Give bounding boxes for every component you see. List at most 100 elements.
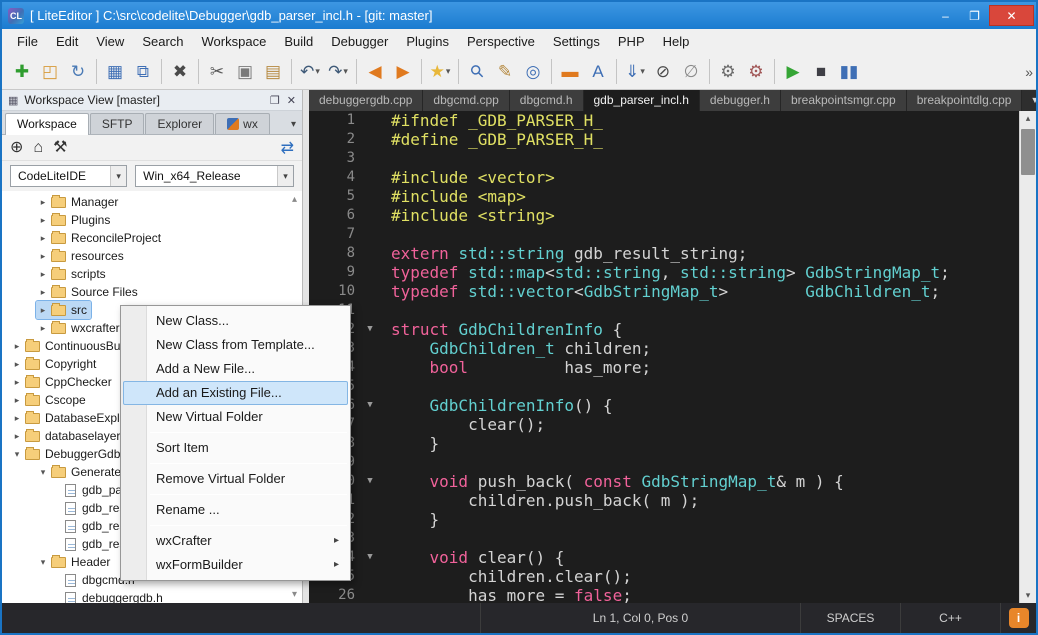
code-line[interactable] [391, 529, 1019, 548]
code-line[interactable] [391, 225, 1019, 244]
toolbar-undo-button[interactable]: ↶▾ [296, 58, 324, 86]
fold-marker-icon[interactable]: ▼ [359, 548, 381, 567]
tree-scroll-up-icon[interactable]: ▴ [292, 194, 297, 205]
tree-item-source-files[interactable]: ▸Source Files [2, 283, 302, 301]
tree-expand-icon[interactable]: ▸ [36, 215, 50, 226]
toolbar-save-file-button[interactable]: ▦ [101, 58, 129, 86]
toolbar-highlight-button[interactable]: ▬ [556, 58, 584, 86]
toolbar-cut-button[interactable]: ✂ [203, 58, 231, 86]
chevron-down-icon[interactable]: ▾ [110, 166, 126, 186]
code-line[interactable]: typedef std::vector<GdbStringMap_t> GdbC… [391, 282, 1019, 301]
tree-expand-icon[interactable]: ▸ [36, 287, 50, 298]
tree-expand-icon[interactable]: ▾ [36, 557, 50, 568]
code-view[interactable]: #ifndef _GDB_PARSER_H_#define _GDB_PARSE… [383, 111, 1019, 603]
tree-item-manager[interactable]: ▸Manager [2, 193, 302, 211]
editor-tab-breakpointsmgr-cpp[interactable]: breakpointsmgr.cpp [781, 90, 907, 111]
menubar-item-search[interactable]: Search [133, 31, 192, 52]
sidebar-tab-wx[interactable]: wx [215, 113, 270, 134]
notifications-icon[interactable]: i [1009, 608, 1029, 628]
context-menu-item-sort-item[interactable]: Sort Item [123, 436, 348, 460]
tree-expand-icon[interactable]: ▸ [36, 323, 50, 334]
editor-tab-debuggergdb-cpp[interactable]: debuggergdb.cpp [309, 90, 423, 111]
tree-expand-icon[interactable]: ▸ [36, 233, 50, 244]
context-menu-item-add-an-existing-file[interactable]: Add an Existing File... [123, 381, 348, 405]
tree-scroll-down-icon[interactable]: ▾ [292, 589, 297, 600]
code-line[interactable]: typedef std::map<std::string, std::strin… [391, 263, 1019, 282]
minimize-button[interactable]: – [931, 5, 960, 26]
code-line[interactable] [391, 149, 1019, 168]
tree-expand-icon[interactable]: ▸ [10, 341, 24, 352]
tree-item-scripts[interactable]: ▸scripts [2, 265, 302, 283]
toolbar-bookmark-button[interactable]: ★▾ [426, 58, 454, 86]
sidebar-tab-workspace[interactable]: Workspace [5, 113, 89, 135]
menubar-item-perspective[interactable]: Perspective [458, 31, 544, 52]
code-line[interactable]: #include <map> [391, 187, 1019, 206]
context-menu-item-new-virtual-folder[interactable]: New Virtual Folder [123, 405, 348, 429]
editor-tab-gdb-parser-incl-h[interactable]: gdb_parser_incl.h [584, 90, 700, 111]
toolbar-save-all-button[interactable]: ⧉ [129, 58, 157, 86]
context-menu-item-wxcrafter[interactable]: wxCrafter▸ [123, 529, 348, 553]
tree-expand-icon[interactable]: ▸ [36, 269, 50, 280]
toolbar-redo-button[interactable]: ↷▾ [324, 58, 352, 86]
toolbar-clean-button[interactable]: ∅ [677, 58, 705, 86]
whitespace-mode[interactable]: SPACES [800, 603, 900, 633]
code-line[interactable]: } [391, 434, 1019, 453]
code-line[interactable]: has_more = false; [391, 586, 1019, 603]
menubar-item-settings[interactable]: Settings [544, 31, 609, 52]
code-line[interactable]: #include <string> [391, 206, 1019, 225]
code-line[interactable]: GdbChildrenInfo() { [391, 396, 1019, 415]
titlebar[interactable]: CL [ LiteEditor ] C:\src\codelite\Debugg… [2, 2, 1036, 29]
tree-item-reconcileproject[interactable]: ▸ReconcileProject [2, 229, 302, 247]
context-menu-item-new-class-from-template[interactable]: New Class from Template... [123, 333, 348, 357]
menubar-item-plugins[interactable]: Plugins [397, 31, 458, 52]
dropdown-arrow-icon[interactable]: ▾ [640, 66, 645, 77]
close-button[interactable]: ✕ [989, 5, 1034, 26]
code-line[interactable] [391, 377, 1019, 396]
toolbar-new-file-button[interactable]: ✚ [8, 58, 36, 86]
context-menu-item-remove-virtual-folder[interactable]: Remove Virtual Folder [123, 467, 348, 491]
tree-expand-icon[interactable]: ▸ [36, 197, 50, 208]
code-line[interactable]: clear(); [391, 415, 1019, 434]
maximize-button[interactable]: ❐ [960, 5, 989, 26]
home-icon[interactable]: ⌂ [33, 140, 43, 156]
code-line[interactable]: void clear() { [391, 548, 1019, 567]
build-config-select[interactable]: Win_x64_Release ▾ [135, 165, 294, 187]
tree-item-plugins[interactable]: ▸Plugins [2, 211, 302, 229]
toolbar-settings-gear-button[interactable]: ⚙ [714, 58, 742, 86]
tree-item-resources[interactable]: ▸resources [2, 247, 302, 265]
toolbar-find-resource-button[interactable]: A [584, 58, 612, 86]
toolbar-pause-button[interactable]: ▮▮ [835, 58, 863, 86]
fold-marker-icon[interactable]: ▼ [359, 320, 381, 339]
toolbar-close-file-button[interactable]: ✖ [166, 58, 194, 86]
toolbar-find-in-files-button[interactable]: ◎ [519, 58, 547, 86]
code-line[interactable]: void push_back( const GdbStringMap_t& m … [391, 472, 1019, 491]
toolbar-run-button[interactable]: ▶ [779, 58, 807, 86]
chevron-down-icon[interactable]: ▾ [277, 166, 293, 186]
editor[interactable]: 123456789101112▼13141516▼17181920▼212223… [309, 111, 1036, 603]
scroll-down-icon[interactable]: ▾ [1020, 588, 1036, 603]
toolbar-stop-button[interactable]: ■ [807, 58, 835, 86]
tree-expand-icon[interactable]: ▸ [10, 413, 24, 424]
editor-tab-dbgcmd-h[interactable]: dbgcmd.h [510, 90, 584, 111]
code-line[interactable] [391, 301, 1019, 320]
editor-tab-dbgcmd-cpp[interactable]: dbgcmd.cpp [423, 90, 509, 111]
toolbar-reload-file-button[interactable]: ↻ [64, 58, 92, 86]
dropdown-arrow-icon[interactable]: ▾ [315, 66, 320, 77]
editor-tab-list-icon[interactable]: ▼ [1022, 90, 1036, 111]
context-menu-item-wxformbuilder[interactable]: wxFormBuilder▸ [123, 553, 348, 577]
editor-tab-debugger-h[interactable]: debugger.h [700, 90, 781, 111]
editor-tab-breakpointdlg-cpp[interactable]: breakpointdlg.cpp [907, 90, 1023, 111]
sidebar-tab-sftp[interactable]: SFTP [90, 113, 145, 134]
context-menu-item-rename[interactable]: Rename ... [123, 498, 348, 522]
scroll-up-icon[interactable]: ▴ [1020, 111, 1036, 126]
tree-expand-icon[interactable]: ▸ [10, 431, 24, 442]
menubar-item-build[interactable]: Build [275, 31, 322, 52]
fold-marker-icon[interactable]: ▼ [359, 396, 381, 415]
code-line[interactable]: children.push_back( m ); [391, 491, 1019, 510]
context-menu-item-add-a-new-file[interactable]: Add a New File... [123, 357, 348, 381]
wrench-icon[interactable]: ⚒ [53, 140, 67, 156]
code-line[interactable]: extern std::string gdb_result_string; [391, 244, 1019, 263]
project-select[interactable]: CodeLiteIDE ▾ [10, 165, 127, 187]
code-line[interactable]: GdbChildren_t children; [391, 339, 1019, 358]
menubar-item-workspace[interactable]: Workspace [193, 31, 276, 52]
